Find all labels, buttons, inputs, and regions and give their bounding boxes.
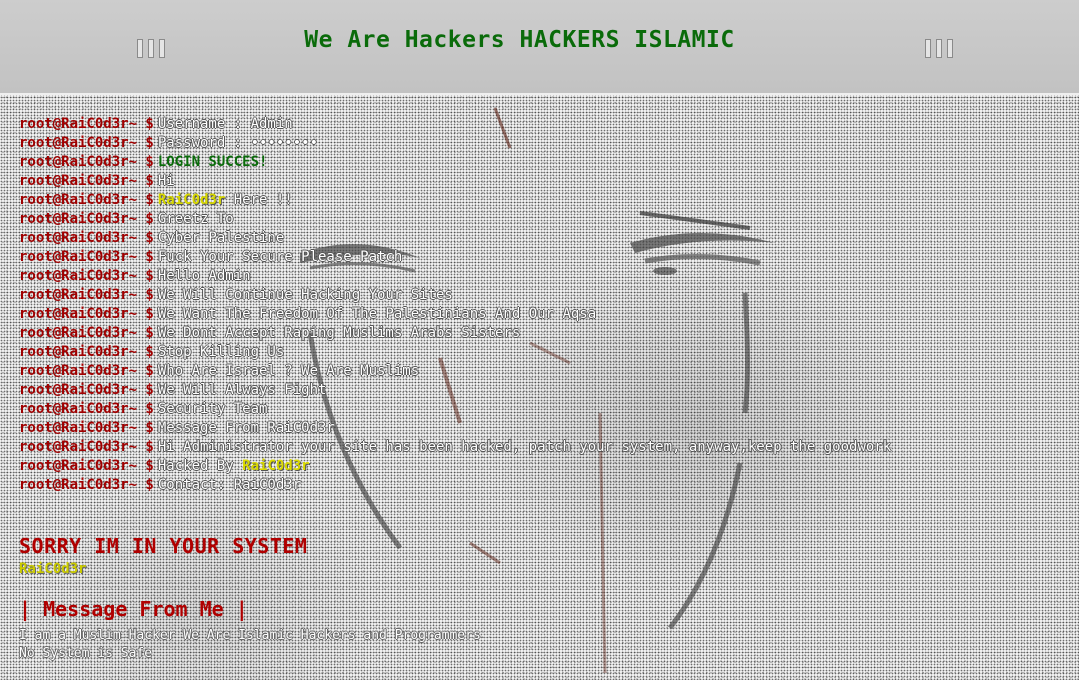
console-prompt: root@RaiC0d3r~ $ [19, 154, 154, 170]
console-line: root@RaiC0d3r~ $ Username : Admin [19, 115, 891, 134]
console-prompt: root@RaiC0d3r~ $ [19, 211, 154, 227]
console-prompt: root@RaiC0d3r~ $ [19, 439, 154, 455]
console-command: Message From RaiC0d3r [157, 420, 335, 436]
console-line: root@RaiC0d3r~ $ Fuck Your Secure Please … [19, 248, 891, 267]
console-prompt: root@RaiC0d3r~ $ [19, 363, 154, 379]
title-bar: We Are Hackers HACKERS ISLAMIC [0, 0, 1079, 95]
console-prompt: root@RaiC0d3r~ $ [19, 306, 154, 322]
console-prompt: root@RaiC0d3r~ $ [19, 230, 154, 246]
console-line: root@RaiC0d3r~ $ We Will Always Fight [19, 381, 891, 400]
command-highlight: RaiC0d3r [242, 458, 310, 474]
console-line: root@RaiC0d3r~ $ Who Are Israel ? We Are … [19, 362, 891, 381]
console-prompt: root@RaiC0d3r~ $ [19, 458, 154, 474]
console-line: root@RaiC0d3r~ $ Security Team [19, 400, 891, 419]
console-command: LOGIN SUCCES! [157, 154, 268, 170]
console-command: We Will Continue Hacking Your Sites [157, 287, 453, 303]
console-prompt: root@RaiC0d3r~ $ [19, 173, 154, 189]
message-line: No System is Safe [19, 646, 153, 661]
console-command: Hi Administrator your site has been hack… [157, 439, 892, 455]
console-command: Fuck Your Secure Please Patch [157, 249, 403, 265]
console-command: RaiC0d3r Here !! [158, 192, 293, 208]
command-text: Here !! [225, 192, 293, 208]
command-highlight: RaiC0d3r [157, 192, 226, 208]
console-prompt: root@RaiC0d3r~ $ [19, 420, 154, 436]
console-line: root@RaiC0d3r~ $ Hello Admin [19, 267, 891, 286]
console-line: root@RaiC0d3r~ $ Password : •••••••• [19, 134, 891, 153]
console-line: root@RaiC0d3r~ $ Contact: RaiC0d3r [19, 476, 891, 495]
console-command: Hi [157, 173, 175, 189]
message-heading: | Message From Me | [19, 597, 248, 621]
console-command: Security Team [157, 401, 268, 417]
console-prompt: root@RaiC0d3r~ $ [19, 268, 154, 284]
console-line: root@RaiC0d3r~ $ Hi Administrator your si… [19, 438, 891, 457]
console-prompt: root@RaiC0d3r~ $ [19, 287, 154, 303]
command-text: Hacked By [157, 458, 243, 474]
page-title: We Are Hackers HACKERS ISLAMIC [304, 27, 735, 53]
console-line: root@RaiC0d3r~ $ RaiC0d3r Here !! [19, 191, 891, 210]
hacker-alias: RaiC0d3r [19, 561, 87, 577]
console-line: root@RaiC0d3r~ $ We Want The Freedom Of T… [19, 305, 891, 324]
console-line: root@RaiC0d3r~ $ Message From RaiC0d3r [19, 419, 891, 438]
console-prompt: root@RaiC0d3r~ $ [19, 192, 154, 208]
console-command: We Will Always Fight [157, 382, 327, 398]
console-prompt: root@RaiC0d3r~ $ [19, 382, 154, 398]
console-line: root@RaiC0d3r~ $ Cyber Palestine [19, 229, 891, 248]
console-command: We Dont Accept Raping Muslims Arabs Sist… [157, 325, 521, 341]
console-line: root@RaiC0d3r~ $ Hi [19, 172, 891, 191]
console-prompt: root@RaiC0d3r~ $ [19, 135, 154, 151]
message-line: I am a Muslim Hacker We Are Islamic Hack… [19, 628, 481, 643]
console-prompt: root@RaiC0d3r~ $ [19, 477, 154, 493]
console-line: root@RaiC0d3r~ $ LOGIN SUCCES! [19, 153, 891, 172]
terminal-console: root@RaiC0d3r~ $ Username : Admin root@Rai… [19, 115, 891, 495]
console-command: Username : Admin [157, 116, 293, 132]
console-command: Cyber Palestine [157, 230, 285, 246]
message-body: I am a Muslim Hacker We Are Islamic Hack… [19, 627, 481, 663]
console-command: Hello Admin [157, 268, 251, 284]
console-command: Contact: RaiC0d3r [157, 477, 302, 493]
console-line: root@RaiC0d3r~ $ Stop Killing Us [19, 343, 891, 362]
console-prompt: root@RaiC0d3r~ $ [19, 325, 154, 341]
console-prompt: root@RaiC0d3r~ $ [19, 116, 154, 132]
console-command: We Want The Freedom Of The Palestinians … [157, 306, 597, 322]
console-line: root@RaiC0d3r~ $ We Will Continue Hacking… [19, 286, 891, 305]
console-command: Who Are Israel ? We Are Muslims [157, 363, 420, 379]
console-command: Greetz To [157, 211, 234, 227]
console-prompt: root@RaiC0d3r~ $ [19, 344, 154, 360]
console-prompt: root@RaiC0d3r~ $ [19, 249, 154, 265]
console-prompt: root@RaiC0d3r~ $ [19, 401, 154, 417]
console-command: Stop Killing Us [157, 344, 285, 360]
sorry-banner: SORRY IM IN YOUR SYSTEM [19, 534, 308, 558]
console-line: root@RaiC0d3r~ $ Greetz To [19, 210, 891, 229]
window-controls-icon [925, 38, 953, 58]
console-line: root@RaiC0d3r~ $ We Dont Accept Raping Mu… [19, 324, 891, 343]
console-line: root@RaiC0d3r~ $ Hacked By RaiC0d3r [19, 457, 891, 476]
console-command: Hacked By RaiC0d3r [158, 458, 310, 474]
console-command: Password : •••••••• [157, 135, 319, 151]
